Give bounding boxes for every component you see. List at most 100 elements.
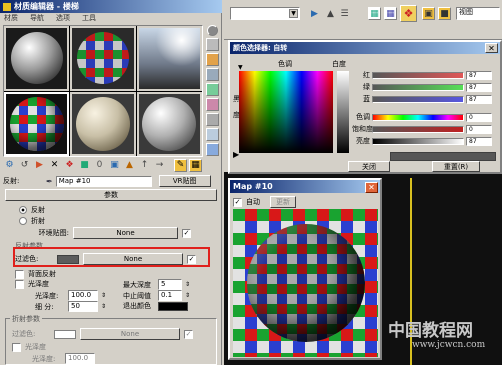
backface-checkbox[interactable]	[15, 269, 24, 279]
options-icon[interactable]	[206, 113, 219, 126]
red-input[interactable]: 87	[466, 70, 492, 80]
max-depth-input[interactable]: 5	[158, 279, 182, 290]
green-row: 绿 87	[352, 82, 492, 92]
auto-checkbox[interactable]: ✓	[233, 197, 242, 207]
env-map-button[interactable]: None	[73, 227, 178, 239]
update-button[interactable]: 更新	[270, 196, 296, 208]
render-frame-icon[interactable]: ■	[438, 7, 451, 20]
cutoff-row: 中止阈值 0.1 ⇕	[123, 290, 190, 301]
get-material-icon[interactable]: ⚙	[3, 159, 16, 172]
value-input[interactable]: 87	[466, 136, 492, 146]
material-map-icon[interactable]: ▦	[189, 158, 202, 172]
sample-slot-6[interactable]	[136, 91, 202, 156]
show-map-icon[interactable]: ▣	[108, 159, 121, 172]
checker-sphere-preview	[76, 32, 129, 85]
params-rollout-header[interactable]: 参数	[5, 189, 217, 201]
menu-navigation[interactable]: 导航	[30, 13, 44, 24]
map-name-input[interactable]: Map #10	[55, 175, 152, 187]
gloss2-input[interactable]: 100.0	[65, 353, 95, 364]
spinner-icon[interactable]: ⇕	[101, 303, 106, 310]
close-button[interactable]: 关闭	[348, 161, 390, 172]
sample-slot-2[interactable]	[70, 26, 136, 91]
glossy2-row[interactable]: 光泽度	[12, 342, 46, 352]
radio-refract[interactable]	[19, 217, 27, 225]
material-navigator-icon[interactable]	[206, 143, 219, 156]
filter2-checkbox[interactable]: ✓	[184, 329, 193, 339]
whiteness-bar[interactable]	[337, 71, 349, 153]
filter2-swatch[interactable]	[54, 329, 76, 339]
material-editor-icon[interactable]: ❖	[400, 5, 417, 22]
radio-reflect-row[interactable]: 反射	[19, 205, 45, 215]
put-to-scene-icon[interactable]: ↺	[18, 159, 31, 172]
pick-material-icon[interactable]: ✎	[174, 158, 187, 172]
hue-input[interactable]: 0	[466, 112, 492, 122]
pointer-left-icon[interactable]: ▶	[233, 150, 239, 159]
sample-slot-5[interactable]	[70, 91, 136, 156]
gloss-amount-input[interactable]: 100.0	[68, 290, 98, 301]
put-to-library-icon[interactable]: ■	[78, 159, 91, 172]
exit-color-swatch[interactable]	[158, 301, 188, 311]
schematic-icon[interactable]: ▦	[384, 7, 397, 20]
spinner-icon[interactable]: ⇕	[185, 292, 190, 299]
sample-slot-1[interactable]	[4, 26, 70, 91]
go-to-parent-icon[interactable]: ↑	[138, 159, 151, 172]
blue-input[interactable]: 87	[466, 94, 492, 104]
green-slider[interactable]	[372, 83, 464, 91]
video-check-icon[interactable]	[206, 83, 219, 96]
delete-icon[interactable]: ✕	[48, 159, 61, 172]
assign-to-selection-icon[interactable]: ▶	[33, 159, 46, 172]
spinner-icon[interactable]: ⇕	[101, 292, 106, 299]
backface-row[interactable]: 背面反射	[15, 269, 56, 279]
subdiv-input[interactable]: 50	[68, 301, 98, 312]
make-unique-icon[interactable]: ❖	[63, 159, 76, 172]
radio-refract-row[interactable]: 折射	[19, 216, 45, 226]
green-input[interactable]: 87	[466, 82, 492, 92]
menu-tools[interactable]: 工具	[82, 13, 96, 24]
glossy2-checkbox[interactable]	[12, 342, 21, 352]
map-type-button[interactable]: VR贴图	[158, 175, 211, 187]
uv-tiling-icon[interactable]	[206, 68, 219, 81]
spinner-icon[interactable]: ⇕	[185, 281, 190, 288]
background-icon[interactable]	[206, 53, 219, 66]
glossy-checkbox[interactable]	[15, 279, 24, 289]
mirror-icon[interactable]: ▶	[308, 7, 321, 20]
hue-whiteness-pad[interactable]	[239, 71, 333, 153]
view-dropdown[interactable]: 视图	[456, 7, 500, 20]
value-slider[interactable]	[372, 137, 464, 145]
blue-slider[interactable]	[372, 95, 464, 103]
menu-material[interactable]: 材质	[4, 13, 18, 24]
color-selector-titlebar[interactable]: 颜色选择器: 自转 ✕	[230, 42, 500, 54]
render-setup-icon[interactable]: ▣	[422, 7, 435, 20]
backlight-icon[interactable]	[206, 38, 219, 51]
filter2-map-button[interactable]: None	[80, 328, 180, 340]
cutoff-input[interactable]: 0.1	[158, 290, 182, 301]
material-editor-titlebar[interactable]: 材质编辑器 - 楼梯	[0, 0, 222, 13]
sample-slot-4-active[interactable]	[4, 91, 70, 156]
make-preview-icon[interactable]	[206, 98, 219, 111]
sample-slots	[3, 25, 203, 157]
align-icon[interactable]: ▲	[324, 7, 337, 20]
sample-type-icon[interactable]	[207, 25, 218, 36]
menu-options[interactable]: 选项	[56, 13, 70, 24]
hue-slider[interactable]	[372, 113, 464, 121]
reset-button[interactable]: 重置(R)	[432, 161, 480, 172]
layer-icon[interactable]: ☰	[338, 7, 351, 20]
red-slider[interactable]	[372, 71, 464, 79]
close-icon[interactable]: ✕	[365, 182, 378, 193]
selection-set-dropdown[interactable]: ▼	[230, 7, 300, 20]
go-forward-icon[interactable]: →	[153, 159, 166, 172]
curve-editor-icon[interactable]: ▦	[368, 7, 381, 20]
effects-channel-icon[interactable]: 0	[93, 159, 106, 172]
eyedropper-icon[interactable]: ✒	[46, 177, 53, 186]
radio-reflect[interactable]	[19, 206, 27, 214]
map-window-titlebar[interactable]: Map #10 ✕	[230, 180, 380, 193]
sample-slot-3[interactable]	[136, 26, 202, 91]
saturation-slider[interactable]	[372, 125, 464, 133]
env-map-checkbox[interactable]: ✓	[182, 228, 191, 238]
saturation-input[interactable]: 0	[466, 124, 492, 134]
glossy-row[interactable]: 光泽度	[15, 279, 49, 289]
show-end-result-icon[interactable]: ▲	[123, 159, 136, 172]
pointer-top-icon[interactable]: ▼	[238, 64, 243, 71]
select-by-material-icon[interactable]	[206, 128, 219, 141]
close-icon[interactable]: ✕	[485, 43, 498, 53]
